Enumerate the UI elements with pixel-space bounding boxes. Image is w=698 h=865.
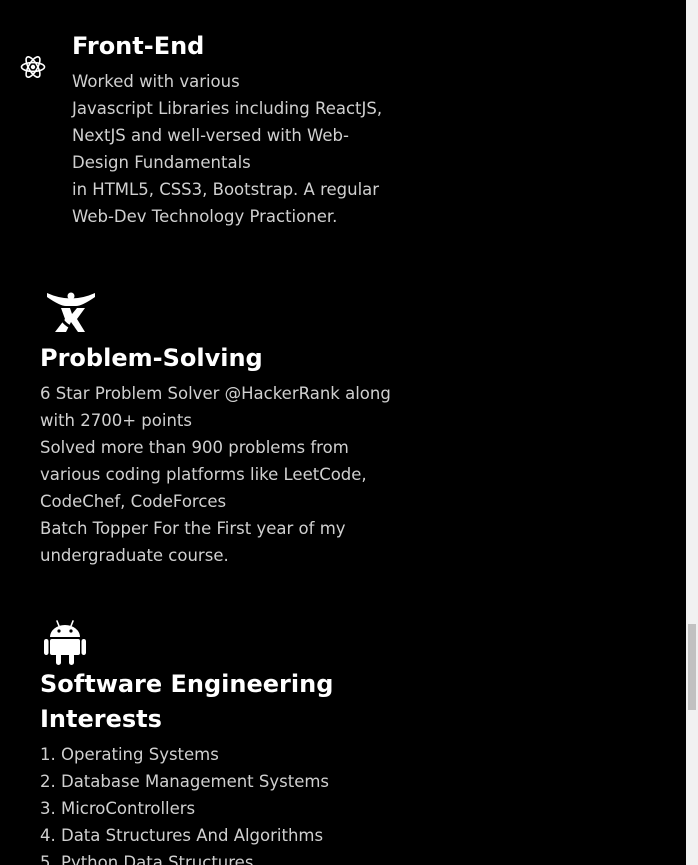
frontend-description: Worked with various Javascript Libraries… xyxy=(72,68,412,230)
problem-solving-line: undergraduate course. xyxy=(40,546,229,565)
problem-solving-line: various coding platforms like LeetCode, xyxy=(40,465,367,484)
software-engineering-title-line: Software Engineering xyxy=(40,670,334,698)
atlassian-figure-icon xyxy=(47,292,95,332)
scrollbar-thumb[interactable] xyxy=(688,624,696,710)
react-atom-icon xyxy=(20,56,46,78)
frontend-description-line: Javascript Libraries including ReactJS, xyxy=(72,99,383,118)
problem-solving-line: with 2700+ points xyxy=(40,411,192,430)
frontend-description-line: NextJS and well-versed with Web- xyxy=(72,126,349,145)
android-icon xyxy=(44,620,86,665)
frontend-description-line: in HTML5, CSS3, Bootstrap. A regular xyxy=(72,180,380,199)
list-item: 3. MicroControllers xyxy=(40,799,196,818)
problem-solving-title: Problem-Solving xyxy=(40,344,263,372)
software-engineering-title: Software Engineering Interests xyxy=(40,667,360,737)
frontend-description-line: Design Fundamentals xyxy=(72,153,251,172)
list-item: 2. Database Management Systems xyxy=(40,772,330,791)
problem-solving-line: Solved more than 900 problems from xyxy=(40,438,349,457)
list-item: 5. Python Data Structures xyxy=(40,853,254,865)
frontend-description-line: Worked with various xyxy=(72,72,240,91)
list-item: 4. Data Structures And Algorithms xyxy=(40,826,324,845)
list-item: 1. Operating Systems xyxy=(40,745,219,764)
interests-list: 1. Operating Systems 2. Database Managem… xyxy=(40,741,400,865)
software-engineering-title-line: Interests xyxy=(40,705,162,733)
problem-solving-line: Batch Topper For the First year of my xyxy=(40,519,346,538)
problem-solving-description: 6 Star Problem Solver @HackerRank along … xyxy=(40,380,400,569)
problem-solving-line: CodeChef, CodeForces xyxy=(40,492,227,511)
problem-solving-line: 6 Star Problem Solver @HackerRank along xyxy=(40,384,391,403)
vertical-scrollbar[interactable] xyxy=(686,0,698,865)
frontend-title: Front-End xyxy=(72,32,205,60)
skills-section: Front-End Worked with various Javascript… xyxy=(0,0,686,865)
frontend-description-line: Web-Dev Technology Practioner. xyxy=(72,207,338,226)
